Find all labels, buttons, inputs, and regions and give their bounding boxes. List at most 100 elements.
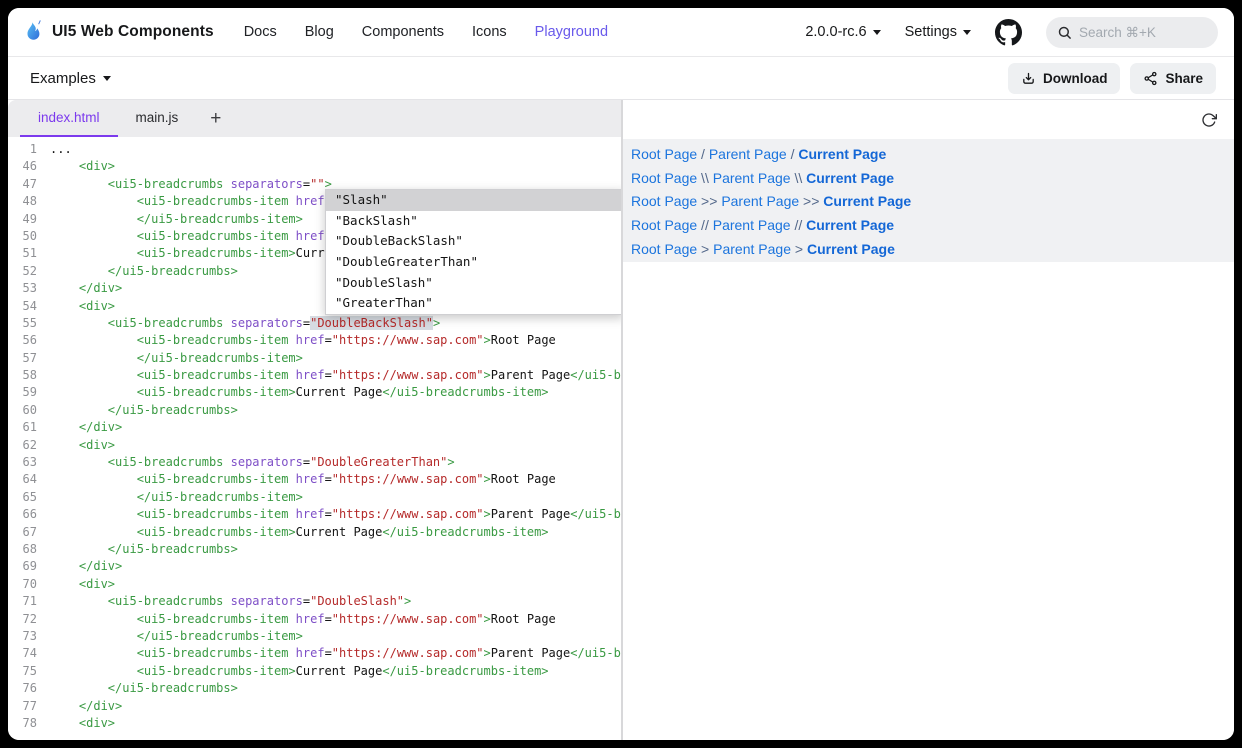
code-line[interactable]: 72 <ui5-breadcrumbs-item href="https://w… <box>8 611 621 628</box>
code-line[interactable]: 71 <ui5-breadcrumbs separators="DoubleSl… <box>8 593 621 610</box>
breadcrumb-separator: / <box>787 146 799 162</box>
autocomplete-option[interactable]: "Slash" <box>326 190 621 211</box>
autocomplete-option[interactable]: "DoubleGreaterThan" <box>326 252 621 273</box>
autocomplete-option[interactable]: "DoubleBackSlash" <box>326 231 621 252</box>
code-text: </ui5-breadcrumbs-item> <box>50 489 303 506</box>
nav-link-icons[interactable]: Icons <box>472 24 507 40</box>
breadcrumb-link[interactable]: Parent Page <box>709 146 787 162</box>
code-line[interactable]: 69 </div> <box>8 558 621 575</box>
breadcrumb-link[interactable]: Parent Page <box>713 241 791 257</box>
line-number: 48 <box>8 193 50 210</box>
code-text: <ui5-breadcrumbs-item href="https://www.… <box>50 506 621 523</box>
code-line[interactable]: 77 </div> <box>8 698 621 715</box>
breadcrumb-link[interactable]: Root Page <box>631 217 697 233</box>
breadcrumb-link[interactable]: Root Page <box>631 170 697 186</box>
code-line[interactable]: 59 <ui5-breadcrumbs-item>Current Page</u… <box>8 384 621 401</box>
line-number: 49 <box>8 211 50 228</box>
line-number: 55 <box>8 315 50 332</box>
nav-link-components[interactable]: Components <box>362 24 444 40</box>
code-line[interactable]: 70 <div> <box>8 576 621 593</box>
breadcrumb-link[interactable]: Parent Page <box>713 217 791 233</box>
code-line[interactable]: 75 <ui5-breadcrumbs-item>Current Page</u… <box>8 663 621 680</box>
code-line[interactable]: 61 </div> <box>8 419 621 436</box>
autocomplete-option[interactable]: "BackSlash" <box>326 211 621 232</box>
tab-main-js[interactable]: main.js <box>118 100 197 137</box>
autocomplete-dropdown: "Slash""BackSlash""DoubleBackSlash""Doub… <box>325 189 621 315</box>
breadcrumb-link[interactable]: Root Page <box>631 241 697 257</box>
examples-menu[interactable]: Examples <box>30 70 111 87</box>
line-number: 74 <box>8 645 50 662</box>
share-button[interactable]: Share <box>1130 63 1216 94</box>
breadcrumbs-row: Root Page > Parent Page > Current Page <box>631 237 1234 261</box>
download-button[interactable]: Download <box>1008 63 1121 94</box>
line-number: 52 <box>8 263 50 280</box>
github-link[interactable] <box>995 19 1022 46</box>
version-menu[interactable]: 2.0.0-rc.6 <box>805 24 880 40</box>
code-text: <ui5-breadcrumbs-item href="https://www.… <box>50 332 556 349</box>
code-text: </ui5-breadcrumbs> <box>50 680 238 697</box>
tab-index-html[interactable]: index.html <box>20 100 118 137</box>
top-navbar: UI5 Web Components Docs Blog Components Ico… <box>8 8 1234 57</box>
breadcrumb-separator: \\ <box>791 170 807 186</box>
flame-icon <box>22 19 44 45</box>
nav-link-playground[interactable]: Playground <box>535 24 608 40</box>
share-label: Share <box>1165 71 1203 86</box>
autocomplete-option[interactable]: "DoubleSlash" <box>326 273 621 294</box>
breadcrumb-current-page: Current Page <box>807 241 895 257</box>
code-text: </div> <box>50 419 122 436</box>
line-number: 66 <box>8 506 50 523</box>
code-line[interactable]: 46 <div> <box>8 158 621 175</box>
editor-tabbar: index.html main.js + <box>8 100 621 137</box>
breadcrumb-link[interactable]: Parent Page <box>721 193 799 209</box>
code-text: <div> <box>50 437 115 454</box>
preview-canvas: Root Page / Parent Page / Current PageRo… <box>623 139 1234 262</box>
examples-label: Examples <box>30 70 96 87</box>
code-line[interactable]: 62 <div> <box>8 437 621 454</box>
search-box[interactable] <box>1046 17 1218 48</box>
code-line[interactable]: 76 </ui5-breadcrumbs> <box>8 680 621 697</box>
code-line[interactable]: 64 <ui5-breadcrumbs-item href="https://w… <box>8 471 621 488</box>
code-line[interactable]: 73 </ui5-breadcrumbs-item> <box>8 628 621 645</box>
breadcrumb-link[interactable]: Parent Page <box>713 170 791 186</box>
line-number: 71 <box>8 593 50 610</box>
code-text: </div> <box>50 558 122 575</box>
toolbar-actions: Download Share <box>1008 63 1216 94</box>
code-line[interactable]: 66 <ui5-breadcrumbs-item href="https://w… <box>8 506 621 523</box>
breadcrumb-link[interactable]: Root Page <box>631 146 697 162</box>
breadcrumbs-row: Root Page / Parent Page / Current Page <box>631 142 1234 166</box>
code-line[interactable]: 63 <ui5-breadcrumbs separators="DoubleGr… <box>8 454 621 471</box>
settings-menu[interactable]: Settings <box>905 24 971 40</box>
code-line[interactable]: 58 <ui5-breadcrumbs-item href="https://w… <box>8 367 621 384</box>
code-line[interactable]: 56 <ui5-breadcrumbs-item href="https://w… <box>8 332 621 349</box>
code-line[interactable]: 55 <ui5-breadcrumbs separators="DoubleBa… <box>8 315 621 332</box>
screenshot-frame: UI5 Web Components Docs Blog Components Ico… <box>0 0 1242 748</box>
code-line[interactable]: 60 </ui5-breadcrumbs> <box>8 402 621 419</box>
chevron-down-icon <box>873 30 881 35</box>
code-line[interactable]: 74 <ui5-breadcrumbs-item href="https://w… <box>8 645 621 662</box>
breadcrumb-current-page: Current Page <box>806 217 894 233</box>
preview-pane: Root Page / Parent Page / Current PageRo… <box>621 100 1234 740</box>
code-line[interactable]: 78 <div> <box>8 715 621 732</box>
breadcrumb-separator: \\ <box>697 170 713 186</box>
brand[interactable]: UI5 Web Components <box>22 19 214 45</box>
navbar-right: 2.0.0-rc.6 Settings <box>805 17 1218 48</box>
search-input[interactable] <box>1079 25 1199 40</box>
editor-pane: index.html main.js + "Slash""BackSlash""… <box>8 100 621 740</box>
refresh-button[interactable] <box>1201 112 1217 128</box>
autocomplete-option[interactable]: "GreaterThan" <box>326 293 621 314</box>
code-editor[interactable]: "Slash""BackSlash""DoubleBackSlash""Doub… <box>8 137 621 740</box>
line-number: 77 <box>8 698 50 715</box>
breadcrumb-current-page: Current Page <box>823 193 911 209</box>
nav-link-blog[interactable]: Blog <box>305 24 334 40</box>
code-line[interactable]: 1... <box>8 141 621 158</box>
breadcrumb-current-page: Current Page <box>798 146 886 162</box>
code-line[interactable]: 67 <ui5-breadcrumbs-item>Current Page</u… <box>8 524 621 541</box>
nav-link-docs[interactable]: Docs <box>244 24 277 40</box>
code-line[interactable]: 68 </ui5-breadcrumbs> <box>8 541 621 558</box>
code-text: </div> <box>50 698 122 715</box>
add-tab-button[interactable]: + <box>196 100 235 137</box>
code-text: <ui5-breadcrumbs-item>Current Page</ui5-… <box>50 384 549 401</box>
code-line[interactable]: 65 </ui5-breadcrumbs-item> <box>8 489 621 506</box>
breadcrumb-link[interactable]: Root Page <box>631 193 697 209</box>
code-line[interactable]: 57 </ui5-breadcrumbs-item> <box>8 350 621 367</box>
